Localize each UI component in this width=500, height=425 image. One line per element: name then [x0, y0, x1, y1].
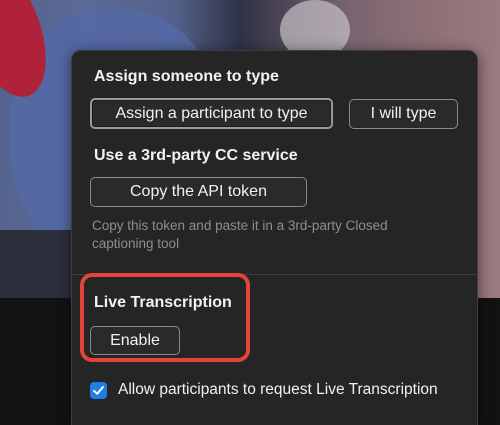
checkmark-icon: [93, 386, 104, 395]
copy-api-token-button[interactable]: Copy the API token: [90, 177, 307, 207]
closed-caption-popup: Assign someone to type Assign a particip…: [71, 50, 478, 425]
i-will-type-button[interactable]: I will type: [349, 99, 458, 129]
allow-request-checkbox[interactable]: [90, 382, 107, 399]
third-party-section-title: Use a 3rd-party CC service: [94, 147, 298, 164]
live-transcription-title: Live Transcription: [94, 294, 232, 311]
allow-request-label[interactable]: Allow participants to request Live Trans…: [118, 381, 438, 399]
video-shape-dark: [0, 230, 80, 298]
copy-token-hint: Copy this token and paste it in a 3rd-pa…: [92, 218, 388, 251]
assign-participant-button[interactable]: Assign a participant to type: [90, 98, 333, 129]
assign-section-title: Assign someone to type: [94, 68, 279, 85]
enable-live-transcription-button[interactable]: Enable: [90, 326, 180, 355]
